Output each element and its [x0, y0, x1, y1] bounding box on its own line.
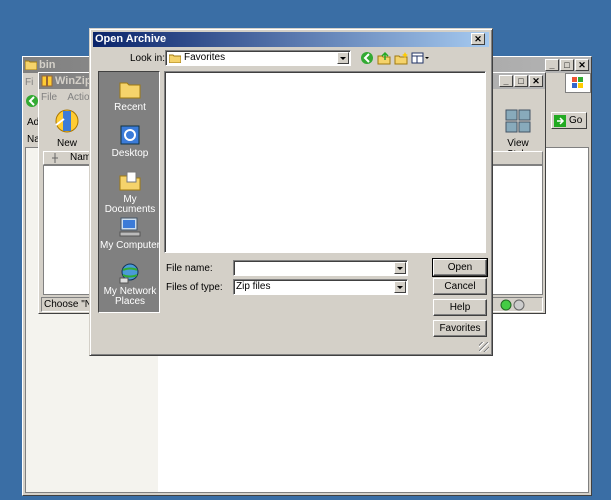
back-icon[interactable]: [25, 93, 39, 109]
favorites-button[interactable]: Favorites: [433, 320, 487, 337]
dialog-nav-toolbar: [360, 51, 431, 65]
open-button[interactable]: Open: [432, 258, 488, 277]
place-my-network-places[interactable]: My Network Places: [99, 262, 161, 307]
file-name-label: File name:: [166, 263, 213, 274]
open-archive-dialog: Open Archive ✕ Look in: Favorites Recent: [89, 28, 493, 356]
look-in-label: Look in:: [130, 53, 166, 64]
folder-icon: [25, 60, 37, 70]
close-button[interactable]: ✕: [529, 75, 543, 87]
dialog-title: Open Archive: [95, 33, 167, 45]
places-bar: Recent Desktop My Documents My Computer: [98, 71, 160, 313]
minimize-button[interactable]: _: [499, 75, 513, 87]
status-indicator-icons: [500, 299, 525, 311]
chevron-down-icon[interactable]: [394, 281, 406, 293]
attachment-icon: [52, 153, 58, 163]
go-arrow-icon: [554, 114, 566, 127]
winzip-app-icon: [41, 75, 53, 87]
my-network-places-icon: [119, 263, 139, 284]
menu-file[interactable]: Fi: [25, 77, 33, 88]
favorites-folder-icon: [169, 54, 181, 63]
minimize-button[interactable]: _: [545, 59, 559, 71]
chevron-down-icon[interactable]: [337, 52, 349, 64]
my-documents-icon: [119, 171, 141, 191]
dialog-titlebar[interactable]: Open Archive ✕: [93, 32, 489, 47]
winzip-window-controls: _ □ ✕: [499, 75, 543, 87]
maximize-button[interactable]: □: [560, 59, 574, 71]
new-button[interactable]: New: [47, 107, 87, 149]
new-label: New: [56, 138, 77, 149]
up-folder-icon[interactable]: [377, 51, 391, 65]
files-of-type-label: Files of type:: [166, 282, 223, 293]
close-button[interactable]: ✕: [575, 59, 589, 71]
files-of-type-value: Zip files: [236, 281, 271, 292]
desktop-icon: [120, 125, 140, 145]
new-archive-icon: [55, 109, 79, 133]
view-menu-icon[interactable]: [411, 51, 431, 65]
place-recent[interactable]: Recent: [99, 78, 161, 113]
recent-folder-icon: [119, 82, 141, 99]
menu-file[interactable]: File: [41, 92, 57, 103]
go-button[interactable]: Go: [551, 112, 587, 129]
dialog-close-button[interactable]: ✕: [471, 33, 485, 45]
chevron-down-icon[interactable]: [394, 262, 406, 274]
resize-grip[interactable]: [479, 342, 489, 352]
my-computer-icon: [119, 217, 141, 237]
back-icon[interactable]: [360, 51, 374, 65]
help-button[interactable]: Help: [433, 299, 487, 316]
place-my-computer[interactable]: My Computer: [99, 216, 161, 251]
maximize-button[interactable]: □: [514, 75, 528, 87]
look-in-value: Favorites: [184, 52, 226, 63]
explorer-window-controls: _ □ ✕: [545, 59, 589, 71]
cancel-button[interactable]: Cancel: [433, 278, 487, 295]
file-name-input[interactable]: [233, 260, 408, 276]
place-desktop[interactable]: Desktop: [99, 124, 161, 159]
place-my-documents[interactable]: My Documents: [99, 170, 161, 215]
file-list[interactable]: [164, 71, 486, 253]
files-of-type-dropdown[interactable]: Zip files: [233, 279, 408, 295]
explorer-title: bin: [39, 59, 56, 71]
new-folder-icon[interactable]: [394, 51, 408, 65]
look-in-dropdown[interactable]: Favorites: [165, 50, 351, 66]
view-style-icon: [505, 109, 531, 133]
